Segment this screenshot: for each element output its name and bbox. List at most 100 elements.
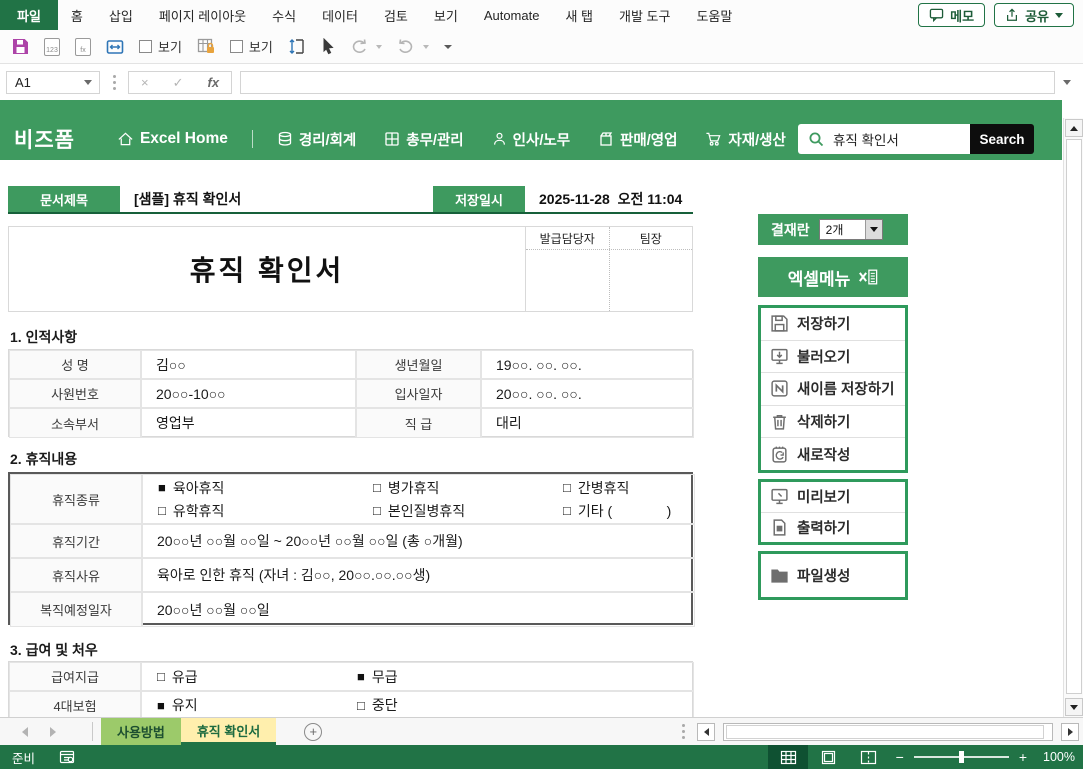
- leave-type-option[interactable]: □기타 ( ): [563, 501, 694, 521]
- approval-sign-cell-team-lead[interactable]: [610, 250, 693, 311]
- macro-record-icon[interactable]: [59, 750, 75, 764]
- tab-insert[interactable]: 삽입: [96, 0, 146, 30]
- zoom-level[interactable]: 100%: [1037, 750, 1075, 764]
- field-value[interactable]: 대리: [481, 408, 694, 438]
- normal-view-button[interactable]: [768, 745, 808, 769]
- scrollbar-handle[interactable]: [682, 724, 685, 739]
- field-value[interactable]: 20○○년 ○○월 ○○일 ~ 20○○년 ○○월 ○○일 (총 ○개월): [142, 524, 695, 558]
- freeze-panes-button[interactable]: [106, 39, 124, 55]
- tab-review[interactable]: 검토: [371, 0, 421, 30]
- tab-page-layout[interactable]: 페이지 레이아웃: [146, 0, 259, 30]
- formula-bar-handle[interactable]: [112, 75, 116, 90]
- tab-file[interactable]: 파일: [0, 0, 58, 30]
- leave-type-option[interactable]: ■육아휴직: [158, 478, 373, 498]
- leave-type-option[interactable]: □병가휴직: [373, 478, 563, 498]
- menu-item-print[interactable]: 출력하기: [761, 512, 905, 543]
- formula-input[interactable]: [240, 71, 1055, 94]
- paste-formulas-button[interactable]: fx: [75, 38, 91, 56]
- nav-sales[interactable]: 판매/영업: [598, 129, 677, 150]
- tab-data[interactable]: 데이터: [309, 0, 371, 30]
- field-value[interactable]: 영업부: [141, 408, 356, 438]
- nav-accounting[interactable]: 경리/회계: [277, 129, 356, 150]
- undo-button[interactable]: [397, 39, 429, 54]
- cancel-button[interactable]: ×: [129, 75, 161, 90]
- menu-item-save[interactable]: 저장하기: [761, 308, 905, 340]
- name-box-dropdown-icon[interactable]: [84, 80, 92, 85]
- tab-help[interactable]: 도움말: [683, 0, 745, 30]
- sheet-prev-button[interactable]: [22, 727, 28, 737]
- approval-sign-cell-issuer[interactable]: [526, 250, 610, 311]
- tab-developer[interactable]: 개발 도구: [606, 0, 683, 30]
- comments-button[interactable]: 메모: [918, 3, 985, 27]
- lock-view-checkbox[interactable]: 보기: [230, 37, 273, 56]
- menu-item-new[interactable]: 새로작성: [761, 437, 905, 470]
- pay-option[interactable]: ■무급: [357, 667, 693, 687]
- menu-item-preview[interactable]: 미리보기: [761, 482, 905, 512]
- dropdown-arrow-icon[interactable]: [865, 220, 882, 239]
- approval-count-select[interactable]: 2개: [819, 219, 883, 240]
- nav-materials[interactable]: 자재/생산: [705, 129, 785, 150]
- scroll-down-button[interactable]: [1065, 698, 1083, 716]
- freeze-view-checkbox[interactable]: 보기: [139, 37, 182, 56]
- share-dropdown-icon[interactable]: [1055, 13, 1063, 18]
- vertical-scrollbar-thumb[interactable]: [1066, 139, 1082, 694]
- tab-home[interactable]: 홈: [58, 0, 96, 30]
- checkbox-icon[interactable]: [139, 40, 152, 53]
- field-value[interactable]: 20○○-10○○: [141, 379, 356, 408]
- sheet-next-button[interactable]: [50, 727, 56, 737]
- menu-item-load[interactable]: 불러오기: [761, 340, 905, 373]
- undo-dropdown-icon[interactable]: [423, 45, 429, 49]
- field-value[interactable]: 김○○: [141, 350, 356, 379]
- checkbox-icon[interactable]: [230, 40, 243, 53]
- insurance-option[interactable]: ■유지: [157, 695, 357, 715]
- tab-automate[interactable]: Automate: [471, 0, 553, 30]
- vertical-scrollbar[interactable]: [1063, 118, 1083, 717]
- pay-option[interactable]: □유급: [157, 667, 357, 687]
- zoom-slider[interactable]: [914, 756, 1009, 758]
- field-value[interactable]: 육아로 인한 휴직 (자녀 : 김○○, 20○○.○○.○○생): [142, 558, 695, 592]
- menu-item-delete[interactable]: 삭제하기: [761, 405, 905, 438]
- horizontal-scrollbar-thumb[interactable]: [726, 725, 1044, 739]
- sheet-tab-leave-confirmation[interactable]: 휴직 확인서: [181, 718, 276, 745]
- name-box[interactable]: A1: [6, 71, 100, 94]
- enter-button[interactable]: ✓: [161, 75, 196, 91]
- zoom-in-button[interactable]: +: [1019, 749, 1027, 765]
- search-input[interactable]: [833, 132, 943, 147]
- tab-formulas[interactable]: 수식: [259, 0, 309, 30]
- scroll-left-button[interactable]: [697, 723, 715, 741]
- zoom-out-button[interactable]: −: [896, 749, 904, 765]
- save-button[interactable]: [12, 38, 29, 55]
- leave-type-option[interactable]: □유학휴직: [158, 501, 373, 521]
- field-value[interactable]: 20○○년 ○○월 ○○일: [142, 592, 695, 627]
- menu-item-file-create[interactable]: 파일생성: [761, 554, 905, 597]
- bizforms-logo[interactable]: 비즈폼: [14, 124, 75, 154]
- horizontal-scrollbar[interactable]: [723, 723, 1053, 741]
- page-layout-view-button[interactable]: [808, 745, 848, 769]
- search-button[interactable]: Search: [970, 124, 1034, 154]
- qat-overflow-button[interactable]: [444, 45, 452, 49]
- excel-home-link[interactable]: Excel Home: [117, 130, 228, 148]
- sheet-tab-usage[interactable]: 사용방법: [101, 718, 181, 745]
- nav-hr-labor[interactable]: 인사/노무: [492, 129, 570, 150]
- tab-view[interactable]: 보기: [421, 0, 471, 30]
- redo-dropdown-icon[interactable]: [376, 45, 382, 49]
- page-break-view-button[interactable]: [848, 745, 888, 769]
- leave-type-option[interactable]: □간병휴직: [563, 478, 694, 498]
- tab-new-tab[interactable]: 새 탭: [552, 0, 606, 30]
- scroll-right-button[interactable]: [1061, 723, 1079, 741]
- row-height-button[interactable]: [288, 38, 306, 55]
- insurance-option[interactable]: □중단: [357, 695, 693, 715]
- formula-bar-expand-icon[interactable]: [1063, 80, 1071, 85]
- select-cursor-button[interactable]: [321, 38, 335, 55]
- redo-button[interactable]: [350, 39, 382, 54]
- paste-values-button[interactable]: 123: [44, 38, 60, 56]
- field-value[interactable]: 19○○. ○○. ○○.: [481, 350, 694, 379]
- scroll-up-button[interactable]: [1065, 119, 1083, 137]
- insert-function-button[interactable]: fx: [196, 75, 232, 90]
- nav-general-affairs[interactable]: 총무/관리: [384, 129, 463, 150]
- menu-item-save-as[interactable]: 새이름 저장하기: [761, 372, 905, 405]
- share-button[interactable]: 공유: [994, 3, 1074, 27]
- leave-type-option[interactable]: □본인질병휴직: [373, 501, 563, 521]
- add-sheet-button[interactable]: +: [304, 723, 322, 741]
- protect-sheet-button[interactable]: [197, 38, 215, 55]
